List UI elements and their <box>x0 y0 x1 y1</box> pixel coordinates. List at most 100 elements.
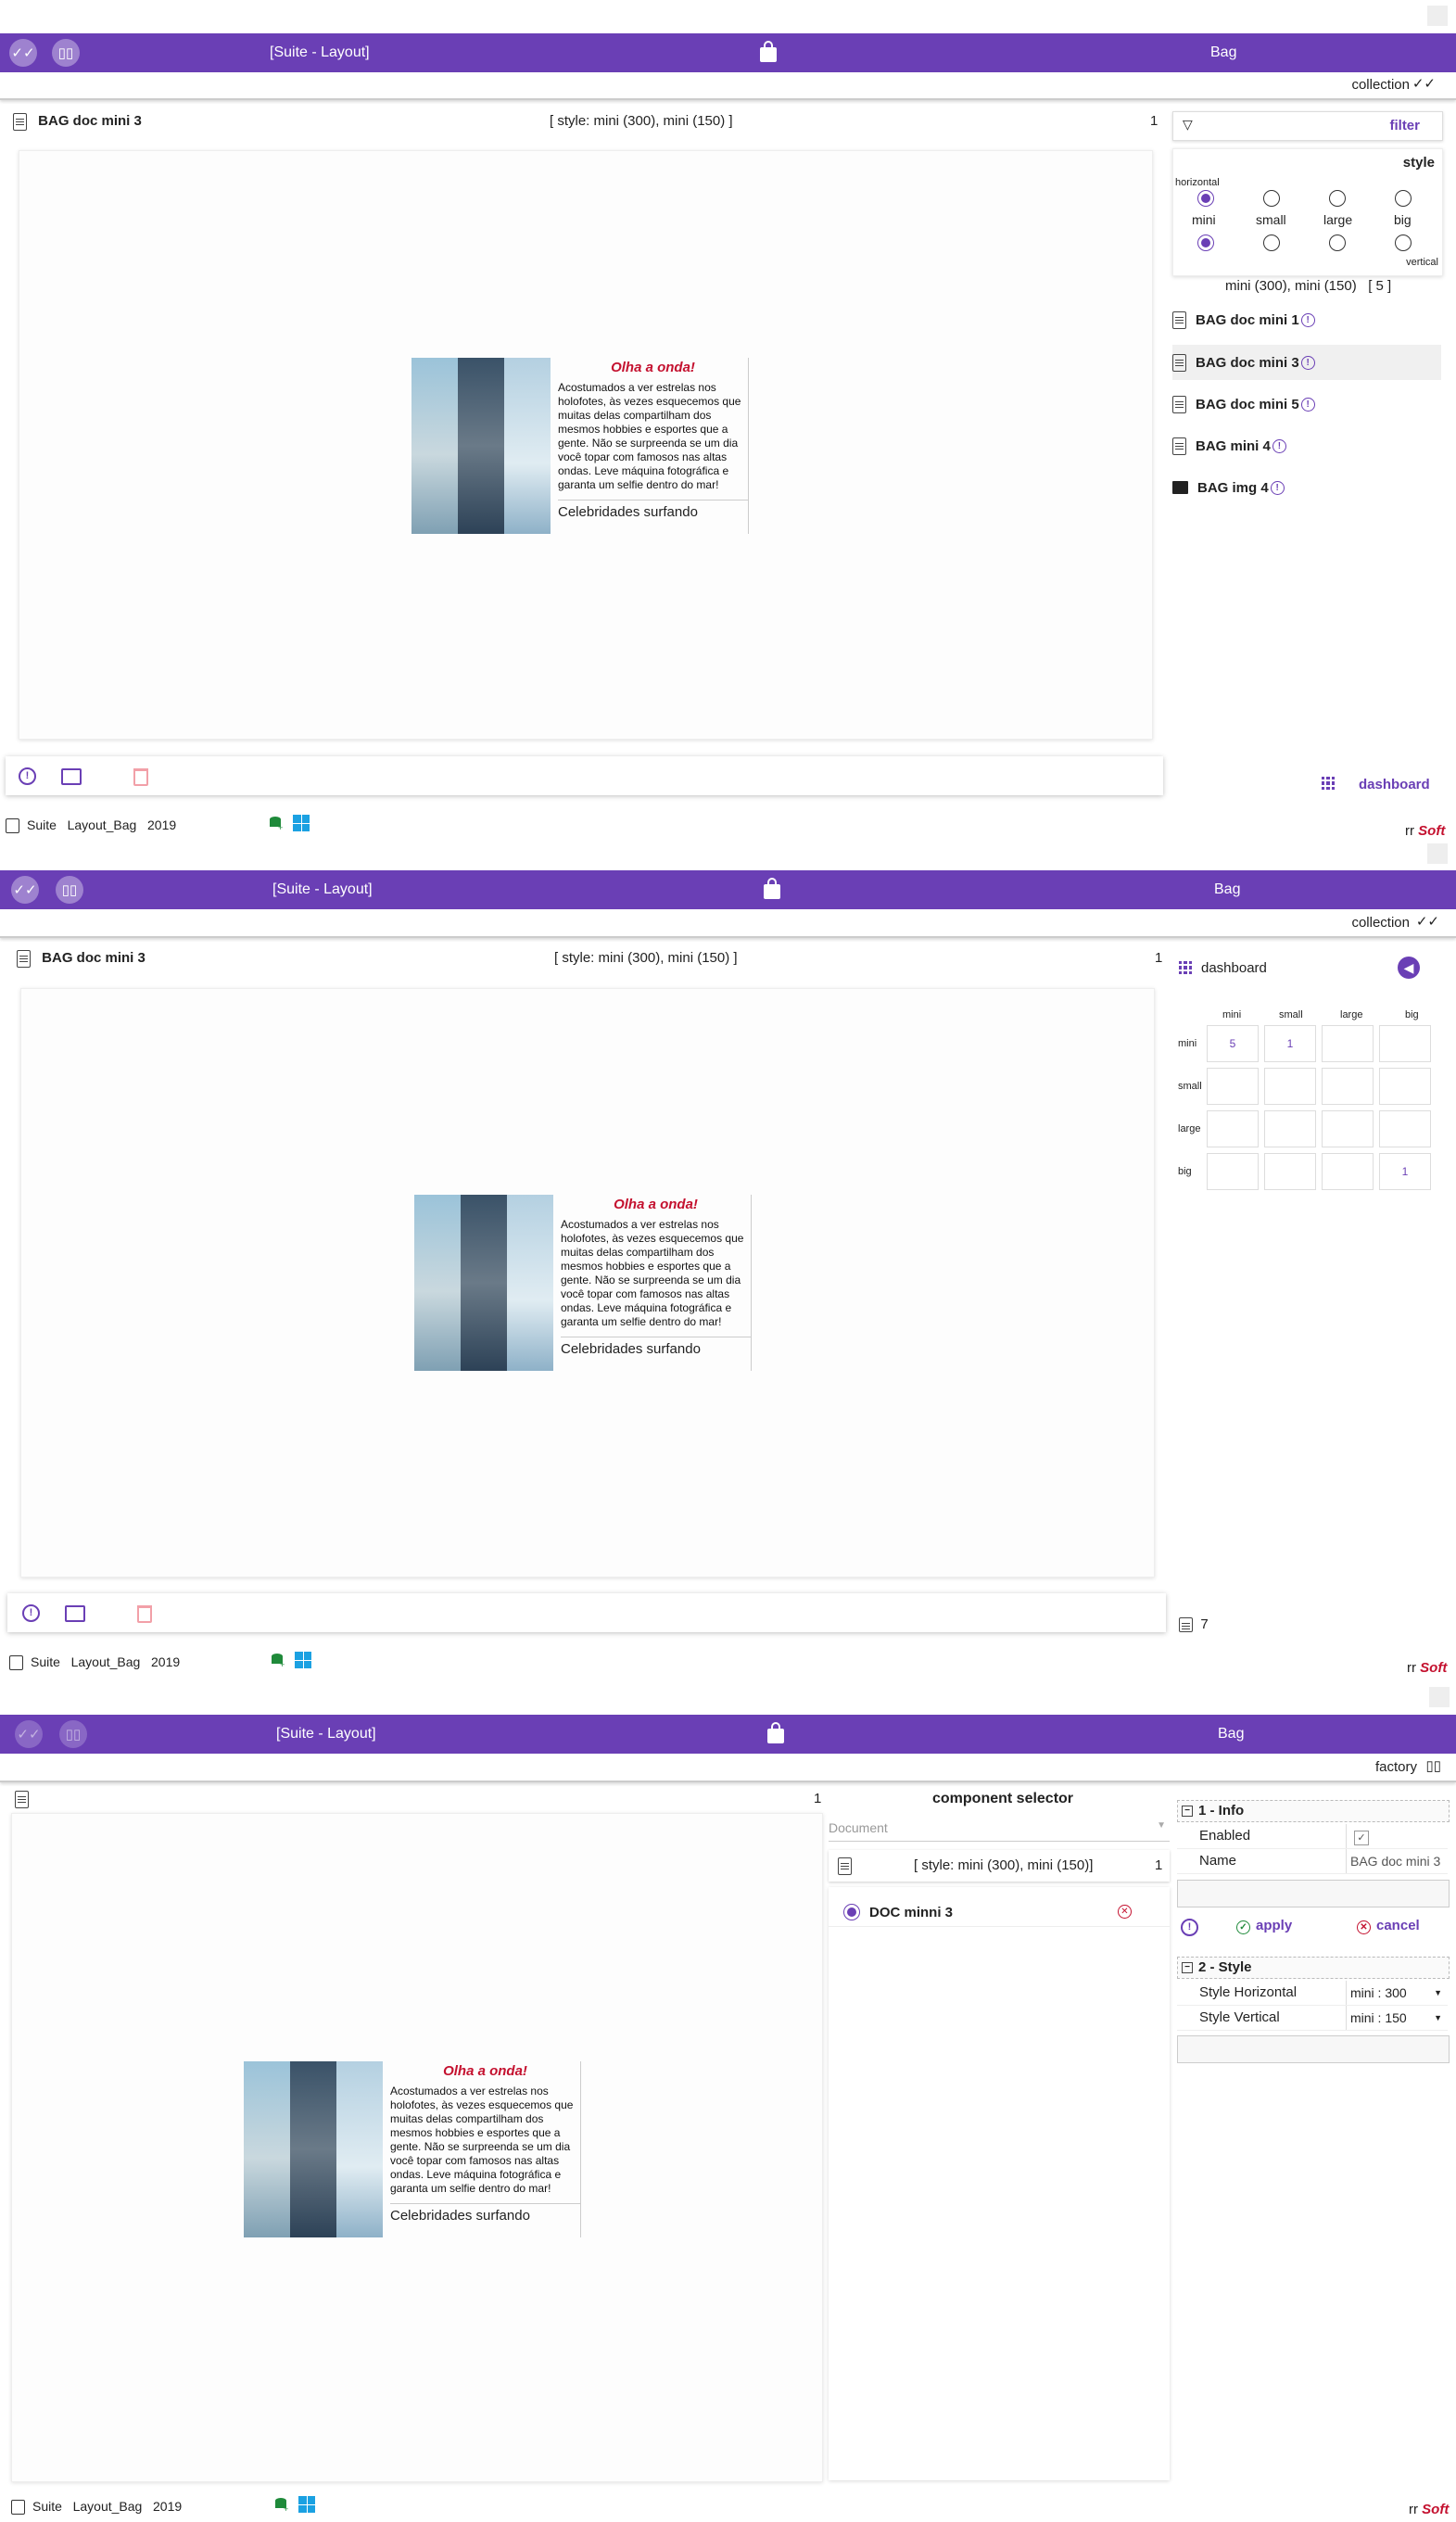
trash-icon[interactable] <box>133 768 148 786</box>
info-icon[interactable]: ! <box>1270 480 1285 495</box>
bag-pair-icon[interactable]: ▯▯ <box>59 1720 87 1748</box>
bag-icon <box>6 818 19 834</box>
style-section-header[interactable]: −2 - Style <box>1177 1957 1450 1979</box>
component-item[interactable]: DOC minni 3 ✕ <box>829 1902 1170 1927</box>
list-item[interactable]: BAG doc mini 5! <box>1172 387 1441 422</box>
window-corner-button[interactable] <box>1427 843 1448 864</box>
dash-cell[interactable] <box>1322 1110 1374 1147</box>
check-all-icon[interactable]: ✓✓ <box>9 39 37 67</box>
dash-cell[interactable] <box>1379 1025 1431 1062</box>
edit-icon[interactable] <box>61 768 82 785</box>
news-card[interactable]: Olha a onda! Acostumados a ver estrelas n… <box>244 2061 591 2237</box>
style-vertical-value: mini : 150 <box>1350 2010 1407 2025</box>
bag-pair-icon[interactable]: ▯▯ <box>56 876 83 904</box>
card-body: Acostumados a ver estrelas nos holofotes… <box>390 2085 574 2195</box>
list-item[interactable]: BAG doc mini 1! <box>1172 302 1441 337</box>
dashboard-title: dashboard <box>1201 960 1267 976</box>
collection-label[interactable]: collection <box>1351 915 1410 931</box>
filter-label[interactable]: filter <box>1389 118 1420 133</box>
info-icon[interactable]: ! <box>1300 355 1315 370</box>
dash-cell[interactable]: 1 <box>1379 1153 1431 1190</box>
card-title: Olha a onda! <box>443 2063 527 2079</box>
radio-v-small[interactable] <box>1263 234 1280 251</box>
col-header-big: big <box>1405 1009 1419 1020</box>
dash-cell[interactable] <box>1322 1153 1374 1190</box>
dash-cell[interactable] <box>1264 1110 1316 1147</box>
radio-h-mini[interactable] <box>1197 190 1214 207</box>
news-card[interactable]: Olha a onda! Acostumados a ver estrelas n… <box>414 1195 762 1371</box>
component-label: DOC minni 3 <box>869 1905 954 1920</box>
database-add-icon[interactable]: + <box>271 1653 285 1667</box>
trash-icon[interactable] <box>137 1605 152 1623</box>
style-vertical-select[interactable]: mini : 150 ▼ <box>1346 2006 1448 2030</box>
info-section-header[interactable]: −1 - Info <box>1177 1800 1450 1822</box>
top-bar: ✓✓ ▯▯ [Suite - Layout] Bag <box>0 1715 1456 1754</box>
radio-v-big[interactable] <box>1395 234 1412 251</box>
radio-v-mini[interactable] <box>1197 234 1214 251</box>
enabled-label: Enabled <box>1199 1828 1251 1844</box>
info-icon[interactable]: ! <box>1181 1919 1198 1936</box>
radio-h-large[interactable] <box>1329 190 1346 207</box>
row-header-small: small <box>1178 1081 1202 1092</box>
brand-logo: rr Soft <box>1405 823 1446 839</box>
info-icon[interactable]: ! <box>22 1604 40 1622</box>
list-item-label: BAG doc mini 5 <box>1196 396 1299 412</box>
card-title: Olha a onda! <box>614 1197 698 1212</box>
dash-cell[interactable] <box>1207 1153 1259 1190</box>
info-icon[interactable]: ! <box>1300 312 1315 327</box>
list-item[interactable]: BAG mini 4! <box>1172 428 1441 463</box>
radio-v-large[interactable] <box>1329 234 1346 251</box>
apply-button[interactable]: ✓ apply <box>1236 1918 1292 1934</box>
info-icon[interactable]: ! <box>1272 438 1286 453</box>
radio-h-small[interactable] <box>1263 190 1280 207</box>
dash-cell[interactable] <box>1207 1068 1259 1105</box>
row-header-mini: mini <box>1178 1038 1197 1049</box>
window-corner-button[interactable] <box>1429 1687 1450 1707</box>
cancel-button[interactable]: ✕ cancel <box>1357 1918 1420 1934</box>
brand-logo: rr Soft <box>1409 2502 1450 2517</box>
list-item-selected[interactable]: BAG doc mini 3! <box>1172 345 1441 380</box>
windows-icon[interactable] <box>298 2496 315 2513</box>
component-radio[interactable] <box>843 1904 860 1920</box>
info-icon[interactable]: ! <box>1300 397 1315 412</box>
check-circle-icon: ✓ <box>1236 1920 1250 1934</box>
style-horizontal-select[interactable]: mini : 300 ▼ <box>1346 1981 1448 2005</box>
enabled-checkbox[interactable]: ✓ <box>1354 1831 1369 1845</box>
dashboard-link[interactable]: dashboard <box>1359 777 1430 792</box>
dash-cell[interactable] <box>1322 1068 1374 1105</box>
dash-cell[interactable] <box>1379 1110 1431 1147</box>
dash-cell[interactable] <box>1322 1025 1374 1062</box>
dash-cell[interactable] <box>1264 1153 1316 1190</box>
collection-label[interactable]: collection <box>1351 77 1410 93</box>
dash-cell[interactable]: 5 <box>1207 1025 1259 1062</box>
info-icon[interactable]: ! <box>19 767 36 785</box>
vertical-label: vertical <box>1406 257 1438 268</box>
check-all-icon[interactable]: ✓✓ <box>15 1720 43 1748</box>
radio-h-big[interactable] <box>1395 190 1412 207</box>
bag-pair-icon[interactable]: ▯▯ <box>52 39 80 67</box>
dash-cell[interactable] <box>1379 1068 1431 1105</box>
windows-icon[interactable] <box>295 1652 311 1668</box>
back-button[interactable]: ◀ <box>1398 957 1420 979</box>
filter-bar[interactable]: ▽ filter <box>1172 111 1443 141</box>
news-card[interactable]: Olha a onda! Acostumados a ver estrelas n… <box>411 358 759 534</box>
list-item[interactable]: BAG img 4! <box>1172 470 1441 505</box>
remove-icon[interactable]: ✕ <box>1118 1905 1132 1919</box>
check-all-icon[interactable]: ✓✓ <box>11 876 39 904</box>
windows-icon[interactable] <box>293 815 310 831</box>
dashboard-icon[interactable] <box>1322 777 1335 790</box>
dash-cell[interactable] <box>1264 1068 1316 1105</box>
factory-label[interactable]: factory <box>1375 1759 1417 1775</box>
edit-icon[interactable] <box>65 1605 85 1622</box>
window-corner-button[interactable] <box>1427 6 1448 26</box>
name-input[interactable]: BAG doc mini 3 <box>1346 1849 1448 1873</box>
dashboard-icon <box>1179 961 1192 974</box>
app-title: [Suite - Layout] <box>270 44 370 60</box>
enabled-row: Enabled ✓ <box>1177 1824 1448 1849</box>
dash-cell[interactable]: 1 <box>1264 1025 1316 1062</box>
bag-icon <box>9 1655 23 1671</box>
database-add-icon[interactable]: + <box>269 816 284 830</box>
database-add-icon[interactable]: + <box>274 2497 289 2512</box>
dash-cell[interactable] <box>1207 1110 1259 1147</box>
component-type-select[interactable]: Document ▼ <box>829 1817 1170 1842</box>
